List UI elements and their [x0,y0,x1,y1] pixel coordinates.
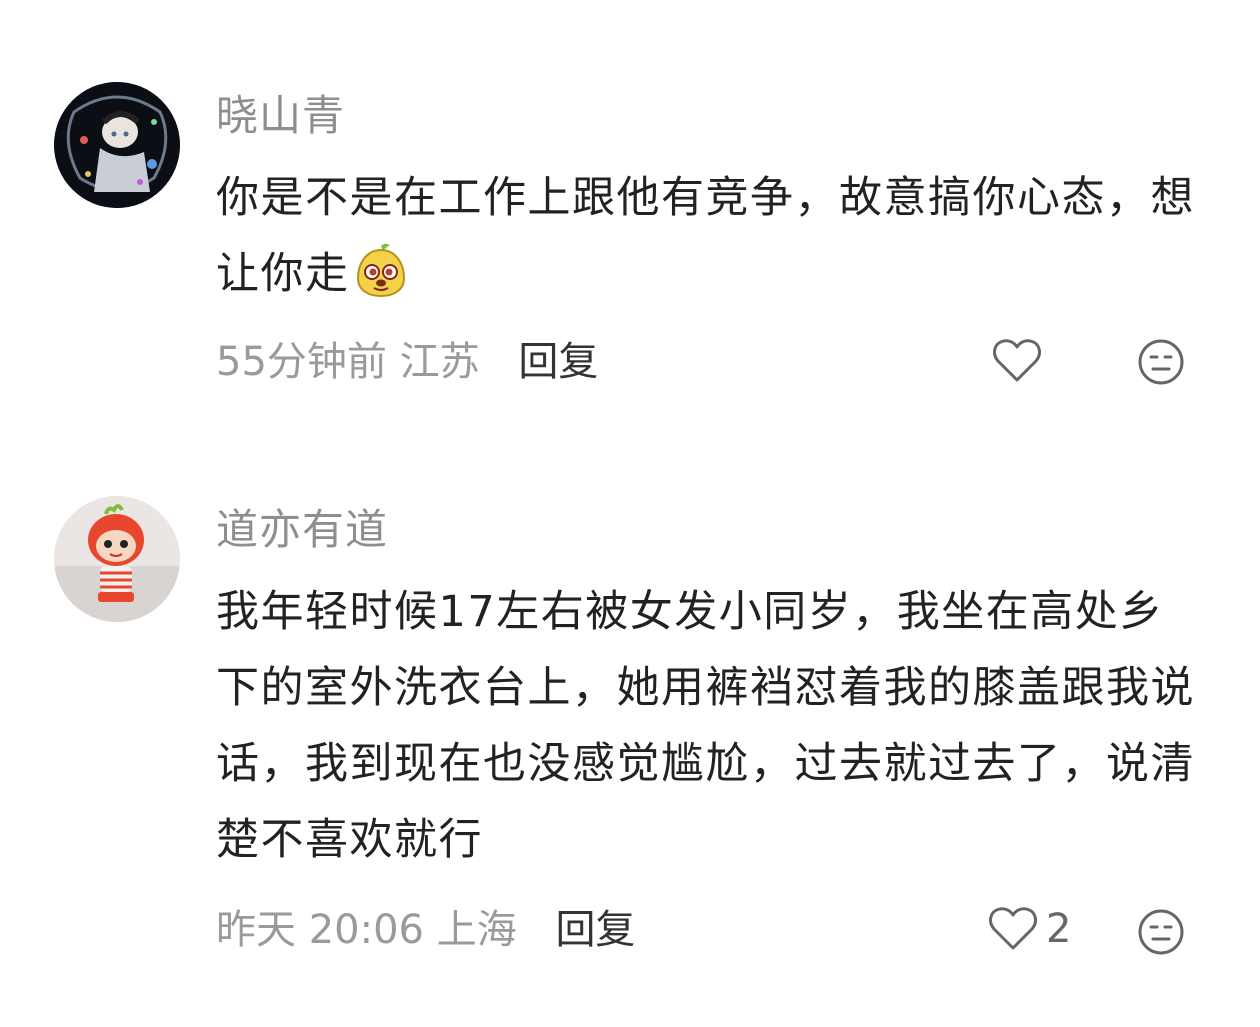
neutral-face-icon [1138,909,1184,955]
comment-text: 我年轻时候17左右被女发小同岁，我坐在高处乡下的室外洗衣台上，她用裤裆怼着我的膝… [216,587,1195,865]
reply-button[interactable]: 回复 [555,907,635,953]
comment-item: 道亦有道 我年轻时候17左右被女发小同岁，我坐在高处乡下的室外洗衣台上，她用裤裆… [0,0,1260,1027]
dislike-button[interactable] [1137,908,1185,960]
like-count: 2 [1046,906,1072,952]
username[interactable]: 道亦有道 [216,502,388,558]
avatar-image [54,496,180,622]
comment-meta: 昨天 20:06 上海 回复 [216,902,635,958]
heart-outline-icon [989,907,1037,950]
avatar[interactable] [54,496,180,622]
like-button[interactable]: 2 [988,906,1071,952]
comment-time: 昨天 20:06 [216,907,424,953]
comment-location: 上海 [436,907,517,953]
